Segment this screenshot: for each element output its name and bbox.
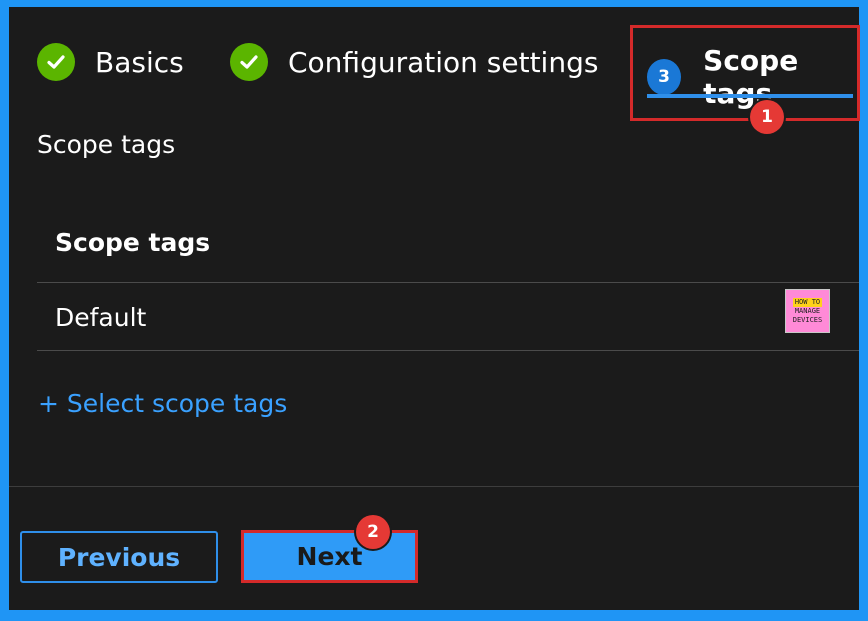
select-scope-tags-link[interactable]: + Select scope tags <box>38 389 287 418</box>
previous-button[interactable]: Previous <box>20 531 218 583</box>
next-button[interactable]: Next <box>241 530 418 583</box>
highlight-box-scope-tags-step <box>630 25 860 121</box>
table-divider <box>37 282 859 283</box>
check-circle-icon <box>37 43 75 81</box>
check-circle-icon <box>230 43 268 81</box>
table-column-header: Scope tags <box>55 228 211 257</box>
callout-badge-2: 2 <box>356 515 390 549</box>
step-configuration-settings-label: Configuration settings <box>288 45 599 79</box>
table-row-default: Default <box>55 303 147 332</box>
step-configuration-settings[interactable]: Configuration settings <box>230 43 598 81</box>
callout-badge-1: 1 <box>750 100 784 134</box>
table-divider <box>37 350 859 351</box>
how-to-manage-devices-logo: HOW TO MANAGE DEVICES <box>785 289 830 333</box>
step-basics[interactable]: Basics <box>37 43 184 81</box>
step-basics-label: Basics <box>95 45 184 79</box>
section-title: Scope tags <box>37 130 176 159</box>
footer-divider <box>9 486 859 487</box>
